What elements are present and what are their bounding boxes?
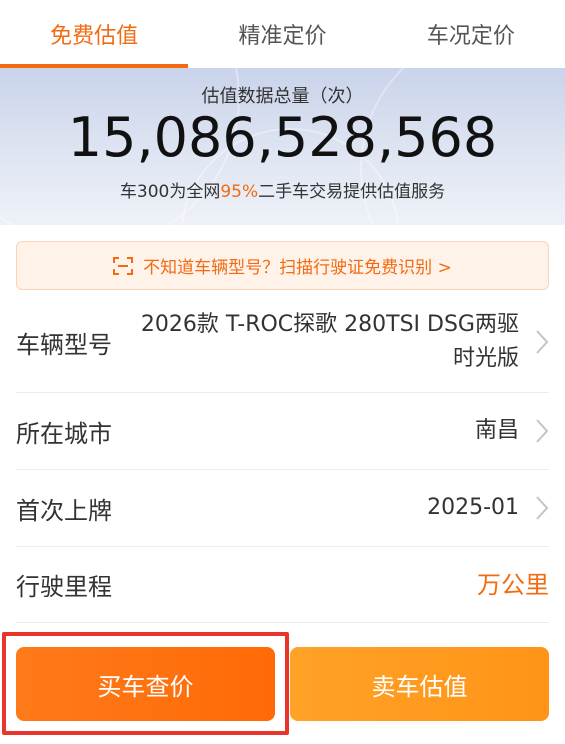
tab-free-valuation[interactable]: 免费估值 xyxy=(0,0,189,68)
stats-total: 15,086,528,568 xyxy=(67,106,498,169)
tab-precise-pricing[interactable]: 精准定价 xyxy=(188,0,376,68)
city-value: 南昌 xyxy=(474,418,519,443)
mileage-label: 行驶里程 xyxy=(16,573,112,601)
stats-percent: 95% xyxy=(220,182,259,202)
stats-subtitle-before: 车300为全网 xyxy=(119,182,221,202)
tab-condition-pricing[interactable]: 车况定价 xyxy=(377,0,565,68)
mileage-row[interactable]: 行驶里程 万公里 xyxy=(16,547,549,623)
first-registration-row[interactable]: 首次上牌 2025-01 xyxy=(16,470,549,547)
buy-car-price-button[interactable]: 买车查价 xyxy=(16,647,275,721)
stats-subtitle: 车300为全网95%二手车交易提供估值服务 xyxy=(0,177,565,202)
city-label: 所在城市 xyxy=(16,419,112,448)
first-registration-value: 2025-01 xyxy=(427,495,519,520)
vehicle-model-label: 车辆型号 xyxy=(16,330,112,359)
sell-car-valuation-button[interactable]: 卖车估值 xyxy=(290,647,549,721)
scan-tip-text: 不知道车辆型号？扫描行驶证免费识别 > xyxy=(143,258,452,278)
first-registration-label: 首次上牌 xyxy=(16,496,112,525)
tab-bar: 免费估值 精准定价 车况定价 xyxy=(0,0,565,68)
chevron-right-icon xyxy=(519,329,549,355)
vehicle-model-value: 2026款 T-ROC探歌 280TSI DSG两驱时光版 xyxy=(140,312,519,371)
stats-caption: 估值数据总量（次） xyxy=(201,86,364,107)
mileage-input[interactable]: 万公里 xyxy=(112,568,549,602)
stats-subtitle-after: 二手车交易提供估值服务 xyxy=(258,182,446,202)
chevron-right-icon xyxy=(519,495,549,521)
chevron-right-icon xyxy=(519,418,549,444)
scan-icon xyxy=(113,256,134,275)
city-row[interactable]: 所在城市 南昌 xyxy=(16,393,549,470)
scan-license-tip[interactable]: 不知道车辆型号？扫描行驶证免费识别 > xyxy=(16,241,549,290)
valuation-stats-banner: 估值数据总量（次） 15,086,528,568 车300为全网95%二手车交易… xyxy=(0,68,565,225)
vehicle-model-row[interactable]: 车辆型号 2026款 T-ROC探歌 280TSI DSG两驱时光版 xyxy=(16,292,549,393)
